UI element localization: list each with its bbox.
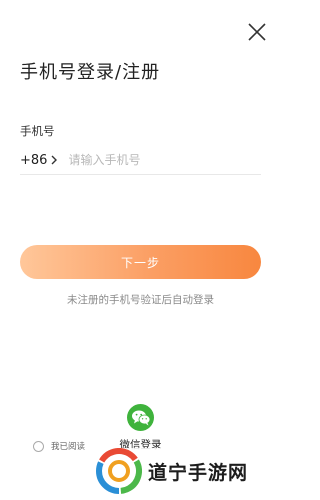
close-icon bbox=[248, 23, 266, 41]
country-code-selector[interactable]: +86 bbox=[20, 153, 58, 168]
agreement-text: 我已阅读 bbox=[51, 442, 86, 452]
watermark-text: 道宁手游网 bbox=[148, 461, 249, 484]
close-button[interactable] bbox=[247, 22, 267, 42]
wechat-login-button[interactable] bbox=[127, 404, 154, 431]
next-button[interactable]: 下一步 bbox=[20, 245, 261, 279]
page-title: 手机号登录/注册 bbox=[20, 62, 161, 83]
phone-label: 手机号 bbox=[20, 124, 55, 138]
watermark-logo-icon bbox=[96, 448, 142, 494]
auto-login-hint: 未注册的手机号验证后自动登录 bbox=[67, 294, 214, 306]
chevron-right-icon bbox=[51, 155, 58, 165]
phone-input[interactable] bbox=[68, 148, 261, 172]
agreement-row: 我已阅读 bbox=[33, 440, 85, 452]
country-code: +86 bbox=[20, 152, 48, 168]
watermark: 道宁手游网 bbox=[96, 448, 255, 494]
agreement-radio[interactable] bbox=[33, 440, 44, 452]
wechat-icon bbox=[131, 410, 150, 426]
phone-field-row: +86 bbox=[20, 146, 261, 175]
